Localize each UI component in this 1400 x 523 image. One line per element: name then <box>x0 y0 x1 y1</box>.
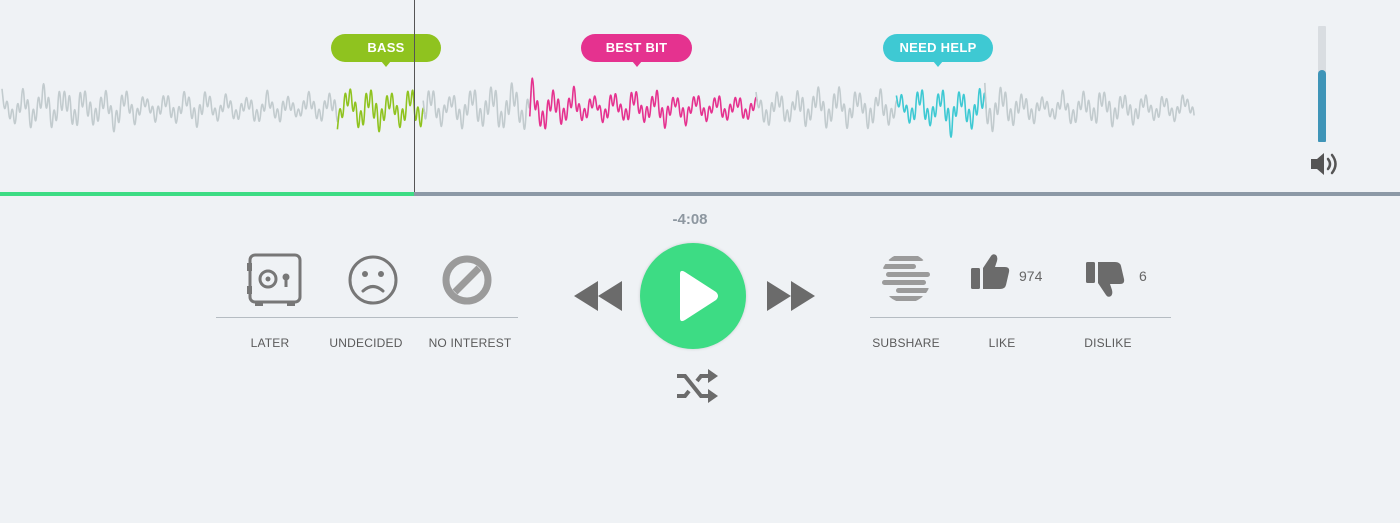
marker-best-bit[interactable]: BEST BIT <box>581 34 692 67</box>
waveform[interactable] <box>0 0 1400 196</box>
waveform-segment <box>755 86 899 130</box>
volume-fill <box>1318 70 1326 142</box>
dislike-label: DISLIKE <box>1084 336 1132 350</box>
safe-icon[interactable] <box>247 253 303 307</box>
no-interest-icon[interactable] <box>441 254 493 306</box>
waveform-segment <box>984 82 1195 133</box>
marker-need-help[interactable]: NEED HELP <box>883 34 993 67</box>
rewind-icon[interactable] <box>574 281 622 311</box>
undecided-label: UNDECIDED <box>329 336 403 350</box>
thumbs-down-icon[interactable] <box>1084 260 1126 298</box>
like-count: 974 <box>1019 268 1043 284</box>
thumbs-up-icon[interactable] <box>969 253 1011 291</box>
waveform-segment <box>529 77 759 130</box>
volume-icon[interactable] <box>1309 150 1343 178</box>
waveform-segment <box>336 88 426 133</box>
volume-slider[interactable] <box>1318 26 1326 142</box>
waveform-segment <box>895 87 987 139</box>
like-label: LIKE <box>988 336 1016 350</box>
progress-bar[interactable] <box>0 192 1400 196</box>
no-interest-label: NO INTEREST <box>428 336 512 350</box>
sad-face-icon[interactable] <box>347 254 399 306</box>
subshare-icon[interactable] <box>880 252 932 304</box>
shuffle-icon[interactable] <box>675 368 719 404</box>
marker-bass[interactable]: BASS <box>331 34 441 67</box>
right-actions-divider <box>870 317 1171 318</box>
play-button[interactable] <box>640 243 746 349</box>
progress-fill <box>0 192 415 196</box>
waveform-segment <box>422 82 532 130</box>
waveform-area[interactable]: BASS BEST BIT NEED HELP <box>0 0 1400 196</box>
time-remaining: -4:08 <box>672 211 708 228</box>
fast-forward-icon[interactable] <box>767 281 815 311</box>
waveform-segment <box>1 82 340 133</box>
playhead-line[interactable] <box>414 0 415 196</box>
dislike-count: 6 <box>1139 268 1147 284</box>
play-icon <box>680 270 718 322</box>
left-actions-divider <box>216 317 518 318</box>
